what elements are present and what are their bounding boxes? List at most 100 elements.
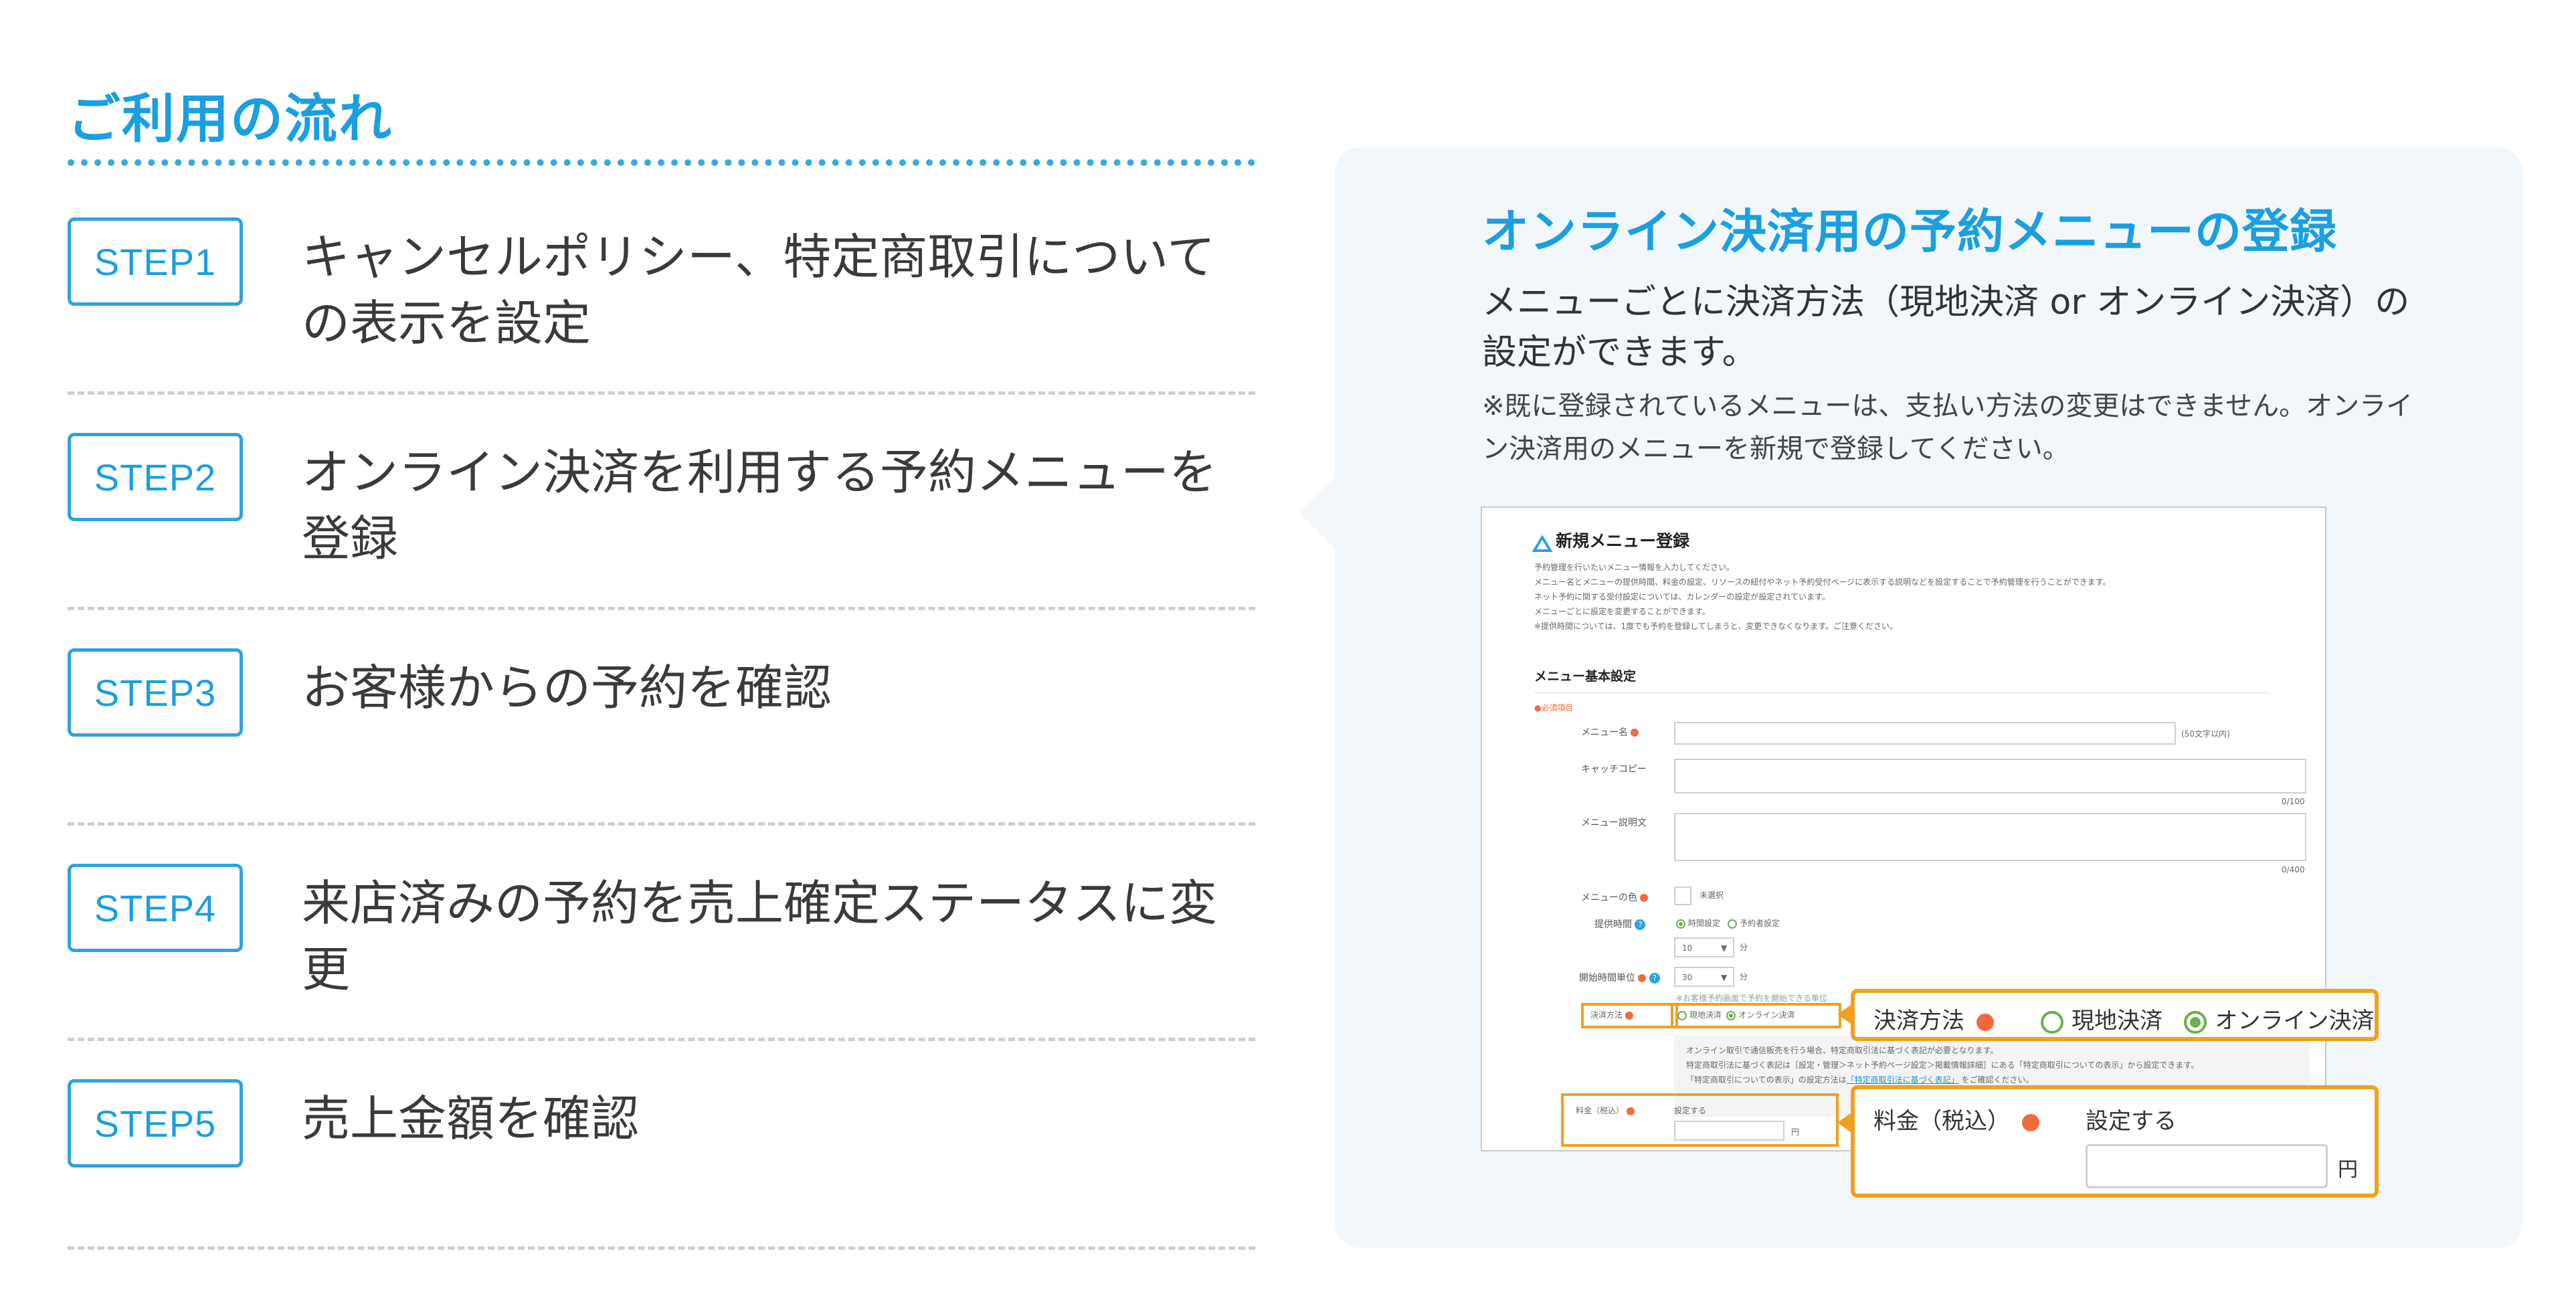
duration-value: 10 <box>1682 943 1693 953</box>
start-unit-value: 30 <box>1682 973 1693 982</box>
required-dot <box>1976 1013 1994 1031</box>
callout-radio-onsite[interactable] <box>2041 1010 2063 1034</box>
intro-line: ネット予約に関する受付設定については、カレンダーの設定が設定されています。 <box>1534 592 1830 601</box>
catch-copy-input[interactable] <box>1674 759 2306 793</box>
description-label: メニュー説明文 <box>1581 818 1647 828</box>
callout-opt1: 現地決済 <box>2072 1008 2163 1034</box>
panel-description: メニューごとに決済方法（現地決済 or オンライン決済）の設定ができます。 <box>1482 282 2410 373</box>
duration-select[interactable]: 10 ▼ <box>1674 937 1734 957</box>
required-dot <box>2022 1113 2039 1131</box>
panel-pointer <box>1299 476 1336 550</box>
help-icon[interactable]: ? <box>1635 919 1646 930</box>
price-callout-unit: 円 <box>2338 1158 2358 1182</box>
step-1: STEP1 キャンセルポリシー、特定商取引についての表示を設定 <box>68 217 1255 433</box>
payment-callout-text: 決済方法 <box>1873 1008 1964 1034</box>
payment-opt1: 現地決済 <box>1689 1010 1722 1020</box>
online-note: オンライン取引で通信販売を行う場合、特定商取引法に基づく表記が必要となります。 … <box>1686 1043 2199 1087</box>
price-callout-input[interactable] <box>2086 1144 2328 1188</box>
callout-opt2: オンライン決済 <box>2215 1008 2375 1034</box>
form-intro: 予約管理を行いたいメニュー情報を入力してください。 メニュー名とメニューの提供時… <box>1534 560 2111 634</box>
color-label: メニューの色 <box>1581 891 1649 904</box>
catch-copy-label: キャッチコピー <box>1581 764 1647 775</box>
payment-opt2: オンライン決済 <box>1738 1010 1795 1020</box>
step-badge-3: STEP3 <box>68 648 243 737</box>
step-text-3: お客様からの予約を確認 <box>302 660 832 716</box>
payment-callout: 決済方法 現地決済 オンライン決済 <box>1851 989 2379 1041</box>
form-section-title: メニュー基本設定 <box>1534 669 1637 684</box>
chevron-down-icon: ▼ <box>1721 973 1728 982</box>
color-value: 未選択 <box>1699 891 1724 900</box>
callout-arrow <box>1837 1005 1851 1024</box>
step-text-5: 売上金額を確認 <box>302 1091 640 1147</box>
required-dot <box>1625 1011 1633 1020</box>
required-dot <box>1626 1107 1635 1115</box>
intro-line: 予約管理を行いたいメニュー情報を入力してください。 <box>1534 563 1735 572</box>
payment-radio-online[interactable] <box>1726 1010 1736 1020</box>
price-input[interactable] <box>1674 1121 1784 1141</box>
payment-label: 決済方法 <box>1590 1008 1633 1022</box>
step-separator <box>68 391 1255 395</box>
step-5: STEP5 売上金額を確認 <box>68 1079 1255 1295</box>
duration-text: 提供時間 <box>1594 919 1632 930</box>
price-callout: 料金（税込） 設定する 円 <box>1851 1085 2379 1198</box>
duration-radio-time[interactable] <box>1676 919 1685 929</box>
menu-name-text: メニュー名 <box>1581 727 1628 738</box>
menu-name-label: メニュー名 <box>1581 725 1639 739</box>
step-separator <box>68 607 1255 610</box>
online-note-line: オンライン取引で通信販売を行う場合、特定商取引法に基づく表記が必要となります。 <box>1686 1046 1999 1055</box>
required-dot <box>1638 974 1647 982</box>
online-note-text: 「特定商取引についての表示」の設定方法は <box>1686 1075 1847 1085</box>
duration-opt1: 時間設定 <box>1687 919 1720 928</box>
form-screenshot: 新規メニュー登録 予約管理を行いたいメニュー情報を入力してください。 メニュー名… <box>1481 506 2326 1151</box>
step-badge-1: STEP1 <box>68 217 243 306</box>
triangle-logo-icon <box>1532 534 1553 552</box>
intro-line: ※提供時間については、1度でも予約を登録してしまうと、変更できなくなります。ご注… <box>1534 622 1898 631</box>
form-title: 新規メニュー登録 <box>1556 531 1690 551</box>
price-label: 料金（税込） <box>1576 1103 1635 1118</box>
help-icon[interactable]: ? <box>1649 973 1660 984</box>
step-separator <box>68 1246 1255 1250</box>
price-unit: 円 <box>1791 1127 1800 1137</box>
payment-callout-label: 決済方法 <box>1873 1002 1994 1035</box>
step-2: STEP2 オンライン決済を利用する予約メニューを登録 <box>68 433 1255 648</box>
duration-options: 時間設定 予約者設定 <box>1676 916 1780 931</box>
duration-radio-customer[interactable] <box>1728 919 1738 929</box>
chevron-down-icon: ▼ <box>1721 943 1728 953</box>
step-badge-5: STEP5 <box>68 1079 243 1167</box>
payment-text: 決済方法 <box>1590 1010 1623 1020</box>
required-dot <box>1640 894 1649 902</box>
panel-title: オンライン決済用の予約メニューの登録 <box>1482 204 2337 259</box>
price-callout-value: 設定する <box>2086 1108 2177 1135</box>
form-title-row: 新規メニュー登録 <box>1532 528 1689 553</box>
step-text-4: 来店済みの予約を売上確定ステータスに変更 <box>302 875 1218 998</box>
catch-copy-count: 0/100 <box>2282 797 2305 806</box>
price-value: 設定する <box>1674 1106 1707 1115</box>
dotted-divider <box>68 159 1255 166</box>
duration-opt2: 予約者設定 <box>1740 919 1780 928</box>
price-callout-label: 料金（税込） <box>1873 1103 2039 1135</box>
step-text-2: オンライン決済を利用する予約メニューを登録 <box>302 444 1218 567</box>
callout-radio-online[interactable] <box>2184 1010 2207 1034</box>
section-title: ご利用の流れ <box>68 88 393 150</box>
online-note-tail: をご確認ください。 <box>1961 1075 2034 1085</box>
step-text-1: キャンセルポリシー、特定商取引についての表示を設定 <box>302 229 1216 351</box>
intro-line: メニューごとに設定を変更することができます。 <box>1534 607 1710 616</box>
step-badge-4: STEP4 <box>68 864 243 952</box>
menu-name-input[interactable] <box>1674 722 2176 745</box>
intro-line: メニュー名とメニューの提供時間、料金の設定、リソースの紐付やネット予約受付ページ… <box>1534 577 2111 587</box>
start-unit-select[interactable]: 30 ▼ <box>1674 967 1734 987</box>
description-input[interactable] <box>1674 813 2306 861</box>
step-separator <box>68 822 1255 826</box>
required-dot <box>1631 729 1639 737</box>
payment-callout-options: 現地決済 オンライン決済 <box>2041 1002 2374 1035</box>
price-callout-text: 料金（税込） <box>1873 1108 2010 1135</box>
legal-notation-link[interactable]: 「特定商取引法に基づく表記」 <box>1847 1075 1959 1085</box>
duration-unit: 分 <box>1740 943 1748 952</box>
color-picker[interactable] <box>1674 886 1691 905</box>
step-4: STEP4 来店済みの予約を売上確定ステータスに変更 <box>68 864 1255 1079</box>
step-separator <box>68 1038 1255 1041</box>
start-unit-label: 開始時間単位 ? <box>1579 971 1660 984</box>
panel-note: ※既に登録されているメニューは、支払い方法の変更はできません。オンライン決済用の… <box>1482 391 2413 464</box>
step-3: STEP3 お客様からの予約を確認 <box>68 648 1255 864</box>
payment-radio-onsite[interactable] <box>1677 1010 1687 1020</box>
